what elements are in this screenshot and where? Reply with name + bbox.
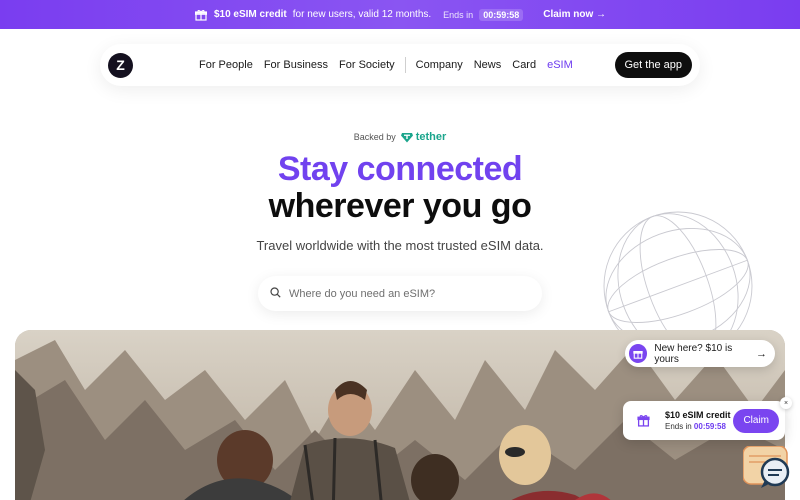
- search-icon: [270, 285, 281, 303]
- nav-for-business[interactable]: For Business: [264, 59, 328, 71]
- tether-label: tether: [415, 131, 447, 143]
- promo-ends-label: Ends in: [443, 9, 474, 20]
- offer-title: $10 eSIM credit: [665, 409, 731, 420]
- search-input[interactable]: [289, 287, 519, 300]
- new-here-toast[interactable]: New here? $10 is yours →: [625, 340, 775, 367]
- nav-for-people[interactable]: For People: [199, 59, 253, 71]
- gift-icon: [633, 414, 653, 427]
- nav-card[interactable]: Card: [512, 59, 536, 71]
- backed-by-label: Backed by: [353, 132, 396, 142]
- get-the-app-button[interactable]: Get the app: [614, 52, 692, 78]
- nav-links: For People For Business For Society Comp…: [199, 57, 584, 73]
- offer-ends-label: Ends in: [665, 421, 692, 431]
- hero-title-line1: Stay connected: [277, 150, 523, 188]
- nav-divider: [404, 57, 406, 73]
- claim-button[interactable]: Claim: [733, 408, 779, 433]
- chat-icon[interactable]: [743, 446, 791, 492]
- arrow-right-icon: →: [756, 347, 767, 360]
- esim-search[interactable]: [258, 276, 542, 311]
- promo-credit: $10 eSIM credit: [213, 9, 287, 20]
- nav-for-society[interactable]: For Society: [339, 59, 395, 71]
- offer-timer: 00:59:58: [693, 421, 726, 431]
- close-icon[interactable]: ×: [780, 397, 792, 409]
- promo-banner: $10 eSIM credit for new users, valid 12 …: [0, 0, 800, 29]
- offer-card: $10 eSIM credit Ends in 00:59:58 Claim: [623, 401, 785, 440]
- tether-logo[interactable]: tether: [400, 131, 447, 143]
- promo-timer: 00:59:58: [479, 8, 524, 21]
- gift-icon: [629, 344, 648, 363]
- logo[interactable]: Z: [108, 52, 133, 78]
- gift-icon: [194, 8, 208, 22]
- toast-text: New here? $10 is yours: [654, 342, 733, 365]
- nav-esim[interactable]: eSIM: [547, 59, 573, 71]
- backed-by: Backed by tether: [0, 131, 800, 143]
- claim-now-link[interactable]: Claim now →: [543, 9, 606, 20]
- tether-logo-icon: [400, 132, 413, 142]
- main-nav: Z For People For Business For Society Co…: [100, 44, 700, 86]
- promo-text: for new users, valid 12 months.: [292, 9, 432, 20]
- offer-text: $10 eSIM credit Ends in 00:59:58: [665, 409, 731, 433]
- nav-company[interactable]: Company: [416, 59, 463, 71]
- nav-news[interactable]: News: [474, 59, 502, 71]
